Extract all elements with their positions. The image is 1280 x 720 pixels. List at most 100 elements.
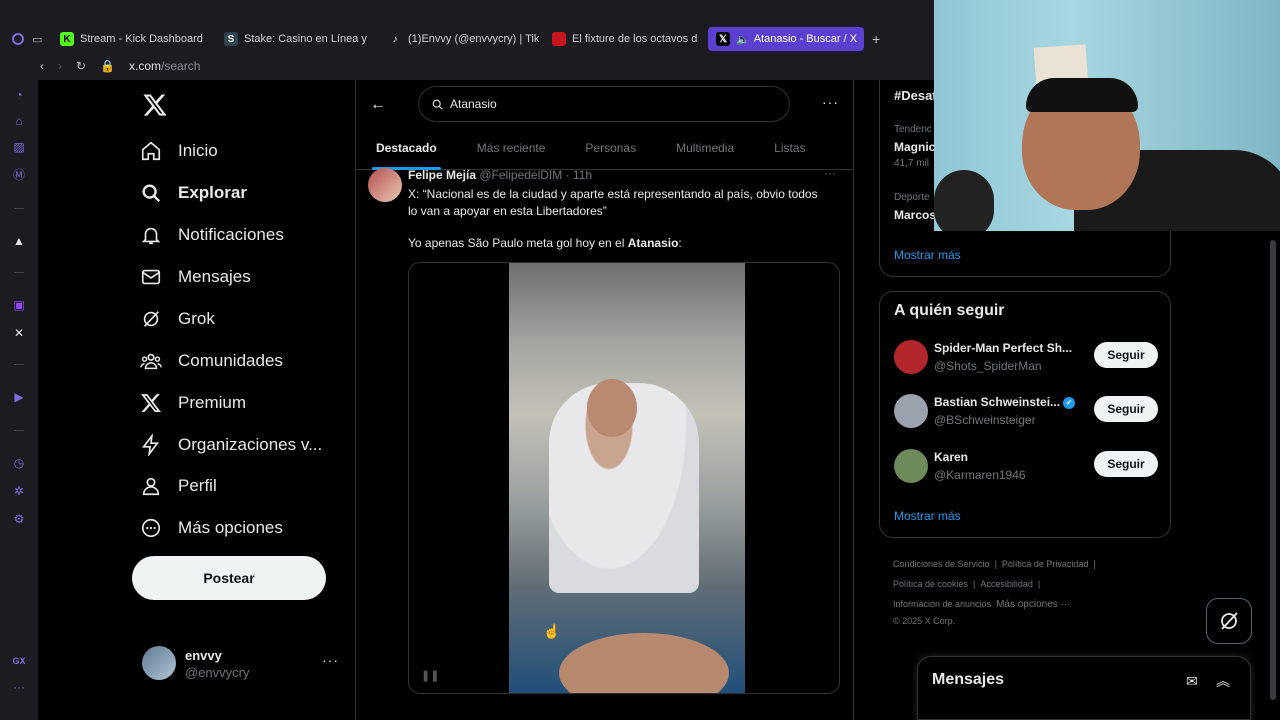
- x-logo-icon[interactable]: [142, 92, 168, 118]
- player-icon[interactable]: ▶: [12, 390, 26, 404]
- more-circle-icon: [141, 518, 161, 538]
- avatar[interactable]: [894, 449, 928, 483]
- messages-drawer[interactable]: Mensajes ✉ ︽: [917, 656, 1251, 720]
- search-icon: [432, 99, 443, 110]
- more-icon[interactable]: ···: [822, 94, 839, 110]
- scrollbar[interactable]: [1270, 240, 1276, 700]
- tab-personas[interactable]: Personas: [565, 130, 656, 170]
- tab-x-search[interactable]: 𝕏 🔈 Atanasio - Buscar / X: [708, 27, 864, 51]
- kick-sidebar-icon[interactable]: ▲: [12, 234, 26, 248]
- nav-notificaciones[interactable]: Notificaciones: [140, 220, 284, 250]
- follow-button[interactable]: Seguir: [1094, 342, 1158, 368]
- tweet-handle[interactable]: @FelipedelDIM: [479, 168, 562, 182]
- avatar[interactable]: [894, 340, 928, 374]
- nav-premium[interactable]: Premium: [140, 388, 246, 418]
- footer-links: Condiciones de Servicio | Política de Priv…: [893, 554, 1173, 627]
- follow-suggestion[interactable]: Spider-Man Perfect Sh... @Shots_SpiderMa…: [894, 338, 1160, 378]
- nav-grok[interactable]: Grok: [140, 304, 215, 334]
- tab-bar: ▭ K Stream - Kick Dashboard S Stake: Casin…: [0, 26, 934, 52]
- tab-mas-reciente[interactable]: Más reciente: [457, 130, 566, 170]
- opera-logo-icon[interactable]: [12, 33, 24, 45]
- tab-multimedia[interactable]: Multimedia: [656, 130, 754, 170]
- mail-app-icon[interactable]: Ⓜ: [12, 168, 26, 182]
- new-tab-icon[interactable]: +: [872, 31, 880, 47]
- more-options-link[interactable]: Más opciones ···: [996, 599, 1070, 610]
- more-icon[interactable]: ···: [322, 652, 339, 668]
- nav-mensajes[interactable]: Mensajes: [140, 262, 251, 292]
- back-icon[interactable]: ‹: [40, 59, 44, 73]
- cookies-link[interactable]: Política de cookies: [893, 579, 968, 589]
- news-icon: [552, 32, 566, 46]
- search-input[interactable]: [450, 97, 750, 111]
- webcam-overlay: [934, 0, 1280, 231]
- bell-icon: [141, 227, 161, 245]
- account-name: envvy: [185, 648, 222, 663]
- ads-info-link[interactable]: Información de anuncios: [893, 599, 991, 609]
- twitch-icon[interactable]: ▣: [12, 298, 26, 312]
- follow-suggestion[interactable]: Karen @Karmaren1946 Seguir: [894, 447, 1160, 487]
- pause-icon[interactable]: ❚❚: [421, 669, 439, 682]
- follow-button[interactable]: Seguir: [1094, 396, 1158, 422]
- follow-suggestion[interactable]: Bastian Schweinstei... ✓ @BSchweinsteiger…: [894, 392, 1160, 432]
- game-controller-icon[interactable]: ▭: [32, 33, 46, 46]
- tab-tiktok[interactable]: ♪ (1)Envvy (@envvycry) | Tik: [380, 27, 544, 51]
- nav-mas-opciones[interactable]: Más opciones: [140, 513, 283, 543]
- grok-icon: [143, 311, 159, 327]
- tweet-header: Felipe Mejía @FelipedelDIM · 11h: [408, 168, 592, 182]
- new-message-icon[interactable]: ✉: [1186, 673, 1198, 690]
- nav-inicio[interactable]: Inicio: [140, 136, 218, 166]
- avatar[interactable]: [894, 394, 928, 428]
- avatar: [142, 646, 176, 680]
- url-bar: ‹ › ↻ 🔒 x.com/search: [40, 56, 200, 76]
- settings-icon[interactable]: ⚙: [12, 512, 26, 526]
- gallery-icon[interactable]: ▨: [12, 140, 26, 154]
- post-button[interactable]: Postear: [132, 556, 326, 600]
- speaker-icon[interactable]: 🔈: [736, 33, 750, 46]
- x-icon: 𝕏: [716, 32, 730, 46]
- show-more-link[interactable]: Mostrar más: [894, 248, 961, 262]
- terms-link[interactable]: Condiciones de Servicio: [893, 559, 990, 569]
- tab-stake[interactable]: S Stake: Casino en Línea y: [216, 27, 380, 51]
- kick-icon: K: [60, 32, 74, 46]
- tab-destacado[interactable]: Destacado: [356, 130, 457, 170]
- tweet-more-icon[interactable]: ···: [824, 166, 836, 180]
- grok-button[interactable]: [1206, 598, 1252, 644]
- nav-explorar[interactable]: Explorar: [140, 178, 247, 208]
- who-to-follow-title: A quién seguir: [894, 302, 1005, 319]
- who-to-follow-card: A quién seguir Spider-Man Perfect Sh... …: [879, 291, 1171, 538]
- nav-perfil[interactable]: Perfil: [140, 471, 217, 501]
- expand-icon[interactable]: ︽: [1216, 671, 1230, 691]
- accessibility-link[interactable]: Accesibilidad: [980, 579, 1033, 589]
- gx-icon[interactable]: GX: [12, 654, 26, 668]
- tweet-author[interactable]: Felipe Mejía: [408, 168, 476, 182]
- x-premium-icon: [141, 394, 161, 412]
- back-arrow-icon[interactable]: ←: [370, 96, 386, 114]
- nav-organizaciones[interactable]: Organizaciones v...: [140, 430, 322, 460]
- more-sidebar-icon[interactable]: ···: [12, 680, 26, 694]
- tab-listas[interactable]: Listas: [754, 130, 825, 170]
- x-sidebar-icon[interactable]: ✕: [12, 326, 26, 340]
- privacy-link[interactable]: Política de Privacidad: [1002, 559, 1089, 569]
- tweet-time[interactable]: · 11h: [566, 168, 592, 182]
- extensions-icon[interactable]: ✲: [12, 484, 26, 498]
- browser-sidebar: ◔ ⌂ ▨ Ⓜ ▲ ▣ ✕ ▶ ◷ ✲ ⚙ GX ···: [0, 80, 38, 720]
- store-icon[interactable]: ⌂: [12, 114, 26, 128]
- trend-item[interactable]: Marcos: [894, 208, 936, 222]
- nav-comunidades[interactable]: Comunidades: [140, 346, 283, 376]
- account-switcher[interactable]: envvy @envvycry ···: [142, 646, 342, 686]
- avatar[interactable]: [368, 168, 402, 202]
- trend-header[interactable]: #Desat: [894, 88, 937, 103]
- tweet-video[interactable]: ❚❚ ☝: [408, 262, 840, 694]
- tab-news[interactable]: El fixture de los octavos d: [544, 27, 708, 51]
- follow-button[interactable]: Seguir: [1094, 451, 1158, 477]
- history-icon[interactable]: ◷: [12, 456, 26, 470]
- show-more-link[interactable]: Mostrar más: [894, 509, 961, 523]
- speed-dial-icon[interactable]: ◔: [12, 88, 26, 102]
- url-field[interactable]: x.com/search: [129, 59, 200, 73]
- communities-icon: [140, 353, 162, 370]
- reload-icon[interactable]: ↻: [76, 59, 86, 73]
- tab-kick[interactable]: K Stream - Kick Dashboard: [52, 27, 216, 51]
- trend-item[interactable]: Magnic: [894, 140, 935, 154]
- forward-icon[interactable]: ›: [58, 59, 62, 73]
- search-box: [418, 86, 790, 122]
